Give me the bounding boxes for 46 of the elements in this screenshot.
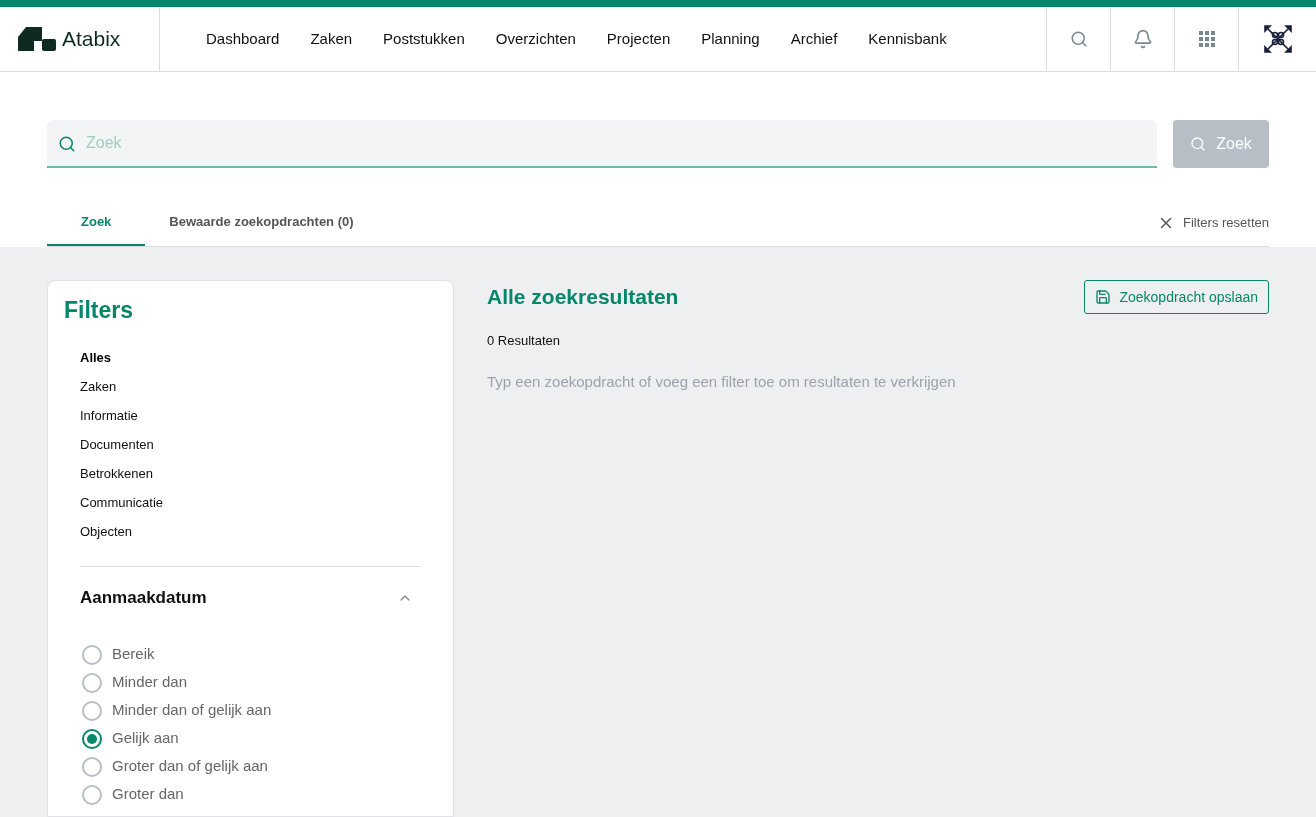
filter-category[interactable]: Informatie xyxy=(80,405,437,426)
nav-link[interactable]: Archief xyxy=(790,27,838,51)
radio-option[interactable]: Minder dan of gelijk aan xyxy=(82,700,437,721)
search-field[interactable]: Zoek xyxy=(47,120,1157,168)
radio-option[interactable]: Groter dan xyxy=(82,784,437,805)
reset-filters-button[interactable]: Filters resetten xyxy=(1157,200,1269,246)
radio-option[interactable]: Minder dan xyxy=(82,672,437,693)
radio-option[interactable]: Bereik xyxy=(82,644,437,665)
nav-link[interactable]: Poststukken xyxy=(383,27,465,51)
nav-link[interactable]: Dashboard xyxy=(206,27,280,51)
filter-category[interactable]: Betrokkenen xyxy=(80,463,437,484)
section-header[interactable]: Aanmaakdatum xyxy=(64,584,437,611)
logo-icon xyxy=(18,27,56,51)
filters-heading: Filters xyxy=(64,296,135,325)
radio-button[interactable] xyxy=(82,672,102,693)
results-count: 0 Resultaten xyxy=(487,332,561,350)
radio-button[interactable] xyxy=(82,728,102,749)
radio-button[interactable] xyxy=(82,700,102,721)
radio-button[interactable] xyxy=(82,644,102,665)
network-pattern-icon xyxy=(1261,23,1294,55)
radio-button[interactable] xyxy=(82,756,102,777)
filter-category[interactable]: Alles xyxy=(80,347,437,368)
tab[interactable]: Zoek xyxy=(47,200,146,246)
radio-option[interactable]: Groter dan of gelijk aan xyxy=(82,756,437,777)
filter-category[interactable]: Communicatie xyxy=(80,492,437,513)
grid-icon xyxy=(1198,31,1215,47)
nav-link[interactable]: Projecten xyxy=(606,27,671,51)
filter-category[interactable]: Objecten xyxy=(80,521,437,542)
search-icon xyxy=(1069,30,1088,48)
save-search-button[interactable]: Zoekopdracht opslaan xyxy=(1084,280,1269,314)
radio-option[interactable]: Gelijk aan xyxy=(82,728,437,749)
tab[interactable]: Bewaarde zoekopdrachten (0) xyxy=(145,200,378,246)
nav-link[interactable]: Planning xyxy=(701,27,760,51)
filter-category[interactable]: Documenten xyxy=(80,434,437,455)
radio-button[interactable] xyxy=(82,784,102,805)
logo-text: Atabix xyxy=(62,26,121,53)
nav-link[interactable]: Zaken xyxy=(310,27,353,51)
save-icon xyxy=(1095,289,1112,305)
empty-message: Typ een zoekopdracht of voeg een filter toe om resultaten te verkrijgen xyxy=(487,371,957,392)
search-icon xyxy=(58,135,76,153)
filter-category[interactable]: Zaken xyxy=(80,376,437,397)
bell-icon xyxy=(1132,29,1153,49)
nav-link[interactable]: Overzichten xyxy=(495,27,576,51)
results-heading: Alle zoekresultaten xyxy=(487,284,679,311)
nav-link[interactable]: Kennisbank xyxy=(868,27,947,51)
search-icon xyxy=(1190,136,1207,152)
